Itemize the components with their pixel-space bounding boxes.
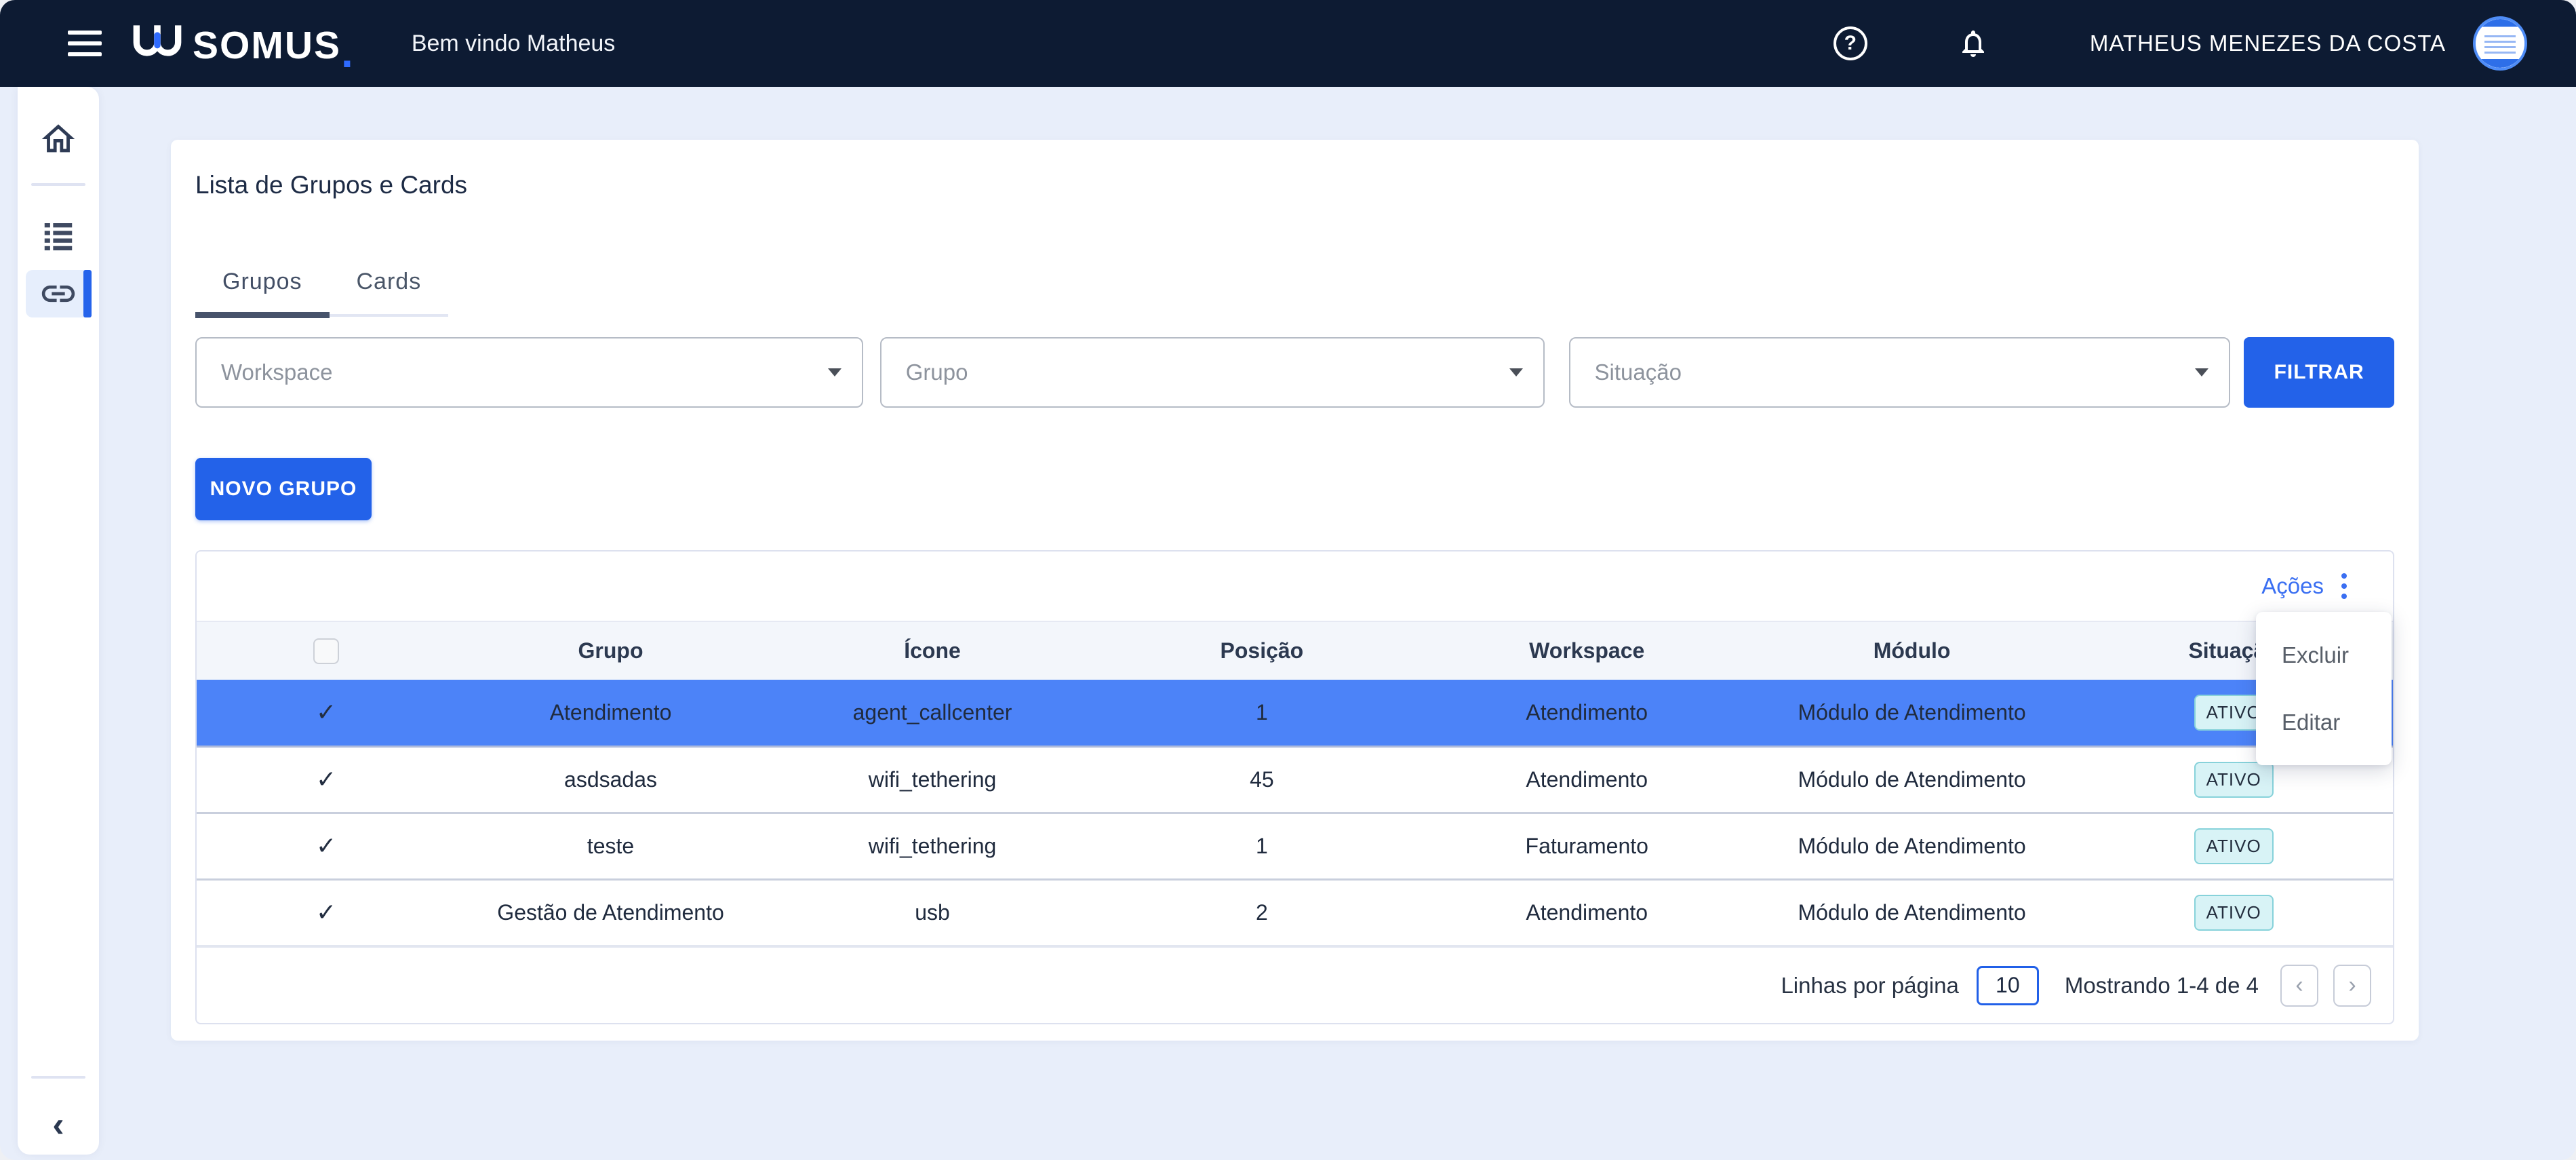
- sidebar-divider: [31, 1076, 85, 1079]
- cell-icone: wifi_tethering: [766, 746, 1099, 813]
- sidebar-item-list[interactable]: [40, 218, 77, 252]
- column-header-posicao: Posição: [1099, 621, 1424, 680]
- somus-monogram-icon: [132, 22, 183, 62]
- user-name[interactable]: MATHEUS MENEZES DA COSTA: [2090, 31, 2446, 56]
- home-icon: [39, 119, 78, 159]
- sidebar-collapse-icon[interactable]: ‹: [18, 1107, 99, 1142]
- situacao-select[interactable]: Situação: [1569, 337, 2231, 408]
- showing-range-text: Mostrando 1-4 de 4: [2065, 973, 2259, 999]
- groups-table-container: Ações Grupo Ícone Posição Workspace Módu…: [195, 550, 2394, 1024]
- situacao-placeholder: Situação: [1595, 360, 1682, 385]
- table-footer: Linhas por página Mostrando 1-4 de 4 ‹ ›: [197, 946, 2393, 1023]
- brand-dot: .: [341, 39, 353, 65]
- grupo-select[interactable]: Grupo: [880, 337, 1545, 408]
- cell-posicao: 2: [1099, 879, 1424, 946]
- page-title: Lista de Grupos e Cards: [195, 140, 2394, 199]
- sidebar: ‹: [18, 87, 99, 1155]
- cell-grupo: Gestão de Atendimento: [456, 879, 766, 946]
- welcome-text: Bem vindo Matheus: [412, 31, 616, 57]
- next-page-button[interactable]: ›: [2333, 965, 2371, 1007]
- cell-icone: usb: [766, 879, 1099, 946]
- cell-posicao: 1: [1099, 680, 1424, 746]
- chevron-down-icon: [2195, 368, 2208, 376]
- menu-item-editar[interactable]: Editar: [2256, 689, 2392, 756]
- table-row[interactable]: ✓ asdsadas wifi_tethering 45 Atendimento…: [197, 746, 2393, 813]
- app-screen: SOMUS . Bem vindo Matheus ? MATHEUS MENE…: [0, 0, 2576, 1160]
- topbar: SOMUS . Bem vindo Matheus ? MATHEUS MENE…: [0, 0, 2576, 87]
- cell-posicao: 1: [1099, 813, 1424, 879]
- cell-modulo: Módulo de Atendimento: [1749, 813, 2074, 879]
- cell-workspace: Atendimento: [1425, 879, 1749, 946]
- active-indicator-bar: [83, 270, 92, 317]
- grupo-placeholder: Grupo: [906, 360, 968, 385]
- chevron-left-icon: ‹: [2295, 972, 2303, 999]
- workspace-select[interactable]: Workspace: [195, 337, 863, 408]
- acoes-context-menu: Excluir Editar: [2256, 612, 2392, 765]
- cell-workspace: Atendimento: [1425, 680, 1749, 746]
- cell-icone: agent_callcenter: [766, 680, 1099, 746]
- chevron-down-icon: [1509, 368, 1523, 376]
- column-header-icone: Ícone: [766, 621, 1099, 680]
- cell-workspace: Faturamento: [1425, 813, 1749, 879]
- filtrar-button[interactable]: FILTRAR: [2244, 337, 2394, 408]
- more-vert-icon[interactable]: [2339, 571, 2350, 602]
- prev-page-button[interactable]: ‹: [2280, 965, 2318, 1007]
- column-header-grupo: Grupo: [456, 621, 766, 680]
- sidebar-item-home[interactable]: [39, 119, 78, 159]
- rows-per-page-input[interactable]: [1977, 966, 2039, 1005]
- table-header-row: Grupo Ícone Posição Workspace Módulo Sit…: [197, 621, 2393, 680]
- link-icon: [39, 274, 78, 313]
- cell-posicao: 45: [1099, 746, 1424, 813]
- cell-grupo: asdsadas: [456, 746, 766, 813]
- table-row[interactable]: ✓ Atendimento agent_callcenter 1 Atendim…: [197, 680, 2393, 746]
- avatar-image-detail: [2484, 32, 2516, 56]
- hamburger-menu-icon[interactable]: [68, 31, 102, 56]
- brand-name: SOMUS: [193, 26, 341, 65]
- status-badge: ATIVO: [2194, 895, 2274, 931]
- chevron-right-icon: ›: [2348, 972, 2356, 999]
- avatar[interactable]: [2473, 16, 2527, 71]
- row-check-icon[interactable]: ✓: [316, 765, 336, 793]
- cell-modulo: Módulo de Atendimento: [1749, 680, 2074, 746]
- filter-bar: Workspace Grupo Situação FILTRAR: [195, 337, 2394, 408]
- cell-workspace: Atendimento: [1425, 746, 1749, 813]
- column-header-modulo: Módulo: [1749, 621, 2074, 680]
- table-row[interactable]: ✓ teste wifi_tethering 1 Faturamento Mód…: [197, 813, 2393, 879]
- cell-modulo: Módulo de Atendimento: [1749, 746, 2074, 813]
- select-all-checkbox[interactable]: [313, 638, 339, 664]
- menu-item-excluir[interactable]: Excluir: [2256, 621, 2392, 689]
- list-icon: [40, 218, 77, 252]
- novo-grupo-button[interactable]: NOVO GRUPO: [195, 458, 372, 520]
- status-badge: ATIVO: [2194, 828, 2274, 864]
- sidebar-item-links-active[interactable]: [26, 270, 92, 317]
- workspace-placeholder: Workspace: [221, 360, 332, 385]
- table-actions-row: Ações: [197, 552, 2393, 621]
- sidebar-divider: [31, 183, 85, 186]
- tab-cards[interactable]: Cards: [330, 269, 449, 317]
- cell-grupo: teste: [456, 813, 766, 879]
- main-card: Lista de Grupos e Cards Grupos Cards Wor…: [171, 140, 2419, 1041]
- brand-logo[interactable]: SOMUS .: [132, 22, 353, 65]
- cell-modulo: Módulo de Atendimento: [1749, 879, 2074, 946]
- groups-table: Grupo Ícone Posição Workspace Módulo Sit…: [197, 621, 2393, 946]
- table-row[interactable]: ✓ Gestão de Atendimento usb 2 Atendiment…: [197, 879, 2393, 946]
- tab-bar: Grupos Cards: [195, 269, 448, 317]
- tab-grupos[interactable]: Grupos: [195, 269, 330, 317]
- notifications-bell-icon[interactable]: [1957, 27, 1989, 60]
- acoes-link[interactable]: Ações: [2261, 573, 2324, 599]
- cell-icone: wifi_tethering: [766, 813, 1099, 879]
- chevron-down-icon: [828, 368, 841, 376]
- row-check-icon[interactable]: ✓: [316, 898, 336, 926]
- row-check-icon[interactable]: ✓: [316, 832, 336, 859]
- column-header-workspace: Workspace: [1425, 621, 1749, 680]
- help-icon[interactable]: ?: [1834, 26, 1867, 60]
- cell-grupo: Atendimento: [456, 680, 766, 746]
- header-select-all: [197, 621, 456, 680]
- status-badge: ATIVO: [2194, 762, 2274, 798]
- rows-per-page-label: Linhas por página: [1781, 973, 1958, 999]
- row-check-icon[interactable]: ✓: [316, 698, 336, 726]
